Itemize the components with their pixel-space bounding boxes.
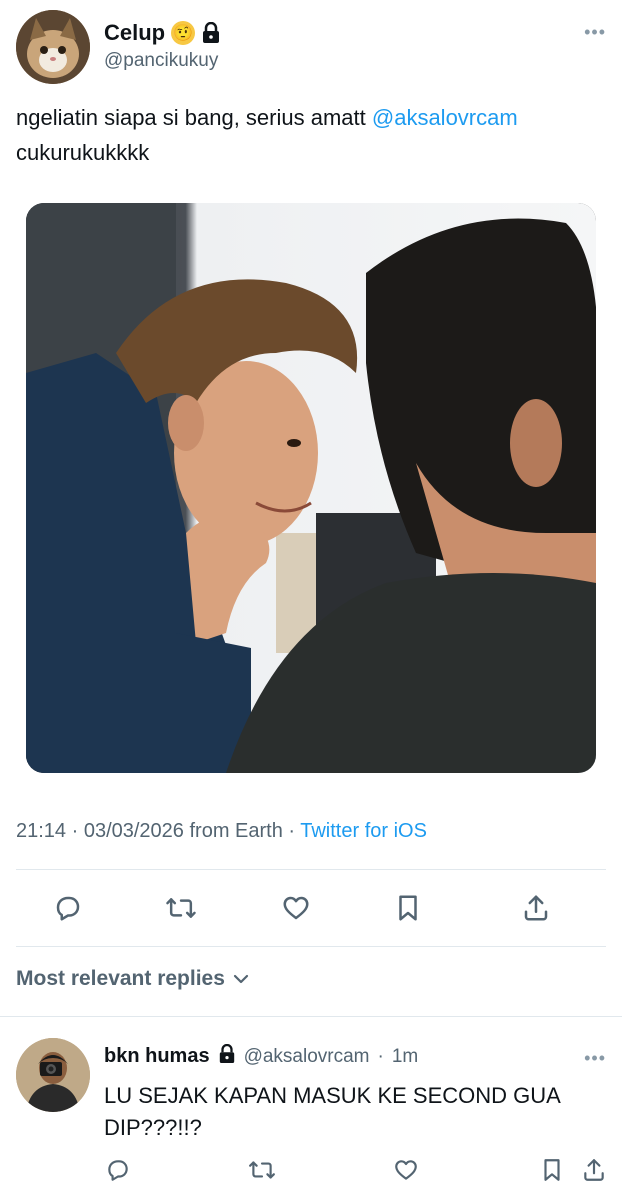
separator-dot: · (377, 1045, 384, 1067)
more-options-icon[interactable]: ••• (584, 22, 606, 43)
tweet-text: ngeliatin siapa si bang, serius amatt @a… (16, 100, 606, 170)
divider (0, 1016, 622, 1017)
bookmark-icon[interactable] (536, 1154, 568, 1186)
source-link[interactable]: Twitter for iOS (300, 820, 427, 842)
lock-icon (218, 1043, 236, 1069)
more-options-icon[interactable]: ••• (584, 1048, 606, 1069)
tweet-photo[interactable] (26, 203, 596, 773)
chevron-down-icon (233, 967, 249, 991)
tweet-text-part: ngeliatin siapa si bang, serius amatt (16, 105, 372, 130)
author-name[interactable]: Celup 🤨 (104, 20, 221, 46)
reply-item[interactable]: bkn humas @aksalovrcam · 1m ••• LU SEJAK… (16, 1034, 606, 1200)
mention-link[interactable]: @aksalovrcam (372, 105, 518, 130)
author-handle[interactable]: @pancikukuy (104, 50, 218, 72)
like-icon[interactable] (278, 890, 314, 926)
replies-sort-dropdown[interactable]: Most relevant replies (16, 967, 249, 991)
divider (16, 946, 606, 947)
avatar[interactable] (16, 1038, 90, 1112)
reply-author-name[interactable]: bkn humas (104, 1045, 210, 1068)
retweet-icon[interactable] (163, 890, 199, 926)
reply-timestamp[interactable]: 1m (392, 1046, 418, 1068)
tweet-text-part: cukurukukkkk (16, 140, 150, 165)
raised-eyebrow-emoji-icon: 🤨 (171, 21, 196, 45)
author-name-text[interactable]: Celup (104, 20, 165, 46)
reply-author-handle[interactable]: @aksalovrcam (244, 1046, 370, 1068)
lock-icon (201, 22, 221, 44)
tweet-action-bar (16, 870, 606, 946)
reply-action-bar (16, 1152, 606, 1192)
reply-header: bkn humas @aksalovrcam · 1m (104, 1043, 418, 1069)
retweet-icon[interactable] (246, 1154, 278, 1186)
tweet-meta: 21:14 · 03/03/2026 from Earth · Twitter … (16, 820, 427, 843)
share-icon[interactable] (518, 890, 554, 926)
like-icon[interactable] (390, 1154, 422, 1186)
avatar[interactable] (16, 10, 90, 84)
reply-text: LU SEJAK KAPAN MASUK KE SECOND GUA DIP??… (104, 1083, 560, 1140)
bookmark-icon[interactable] (390, 890, 426, 926)
share-icon[interactable] (578, 1154, 610, 1186)
reply-icon[interactable] (102, 1154, 134, 1186)
timestamp[interactable]: 21:14 · 03/03/2026 from Earth · (16, 820, 300, 842)
tweet-header: Celup 🤨 @pancikukuy ••• (16, 8, 606, 88)
replies-sort-label: Most relevant replies (16, 967, 225, 990)
reply-icon[interactable] (50, 890, 86, 926)
